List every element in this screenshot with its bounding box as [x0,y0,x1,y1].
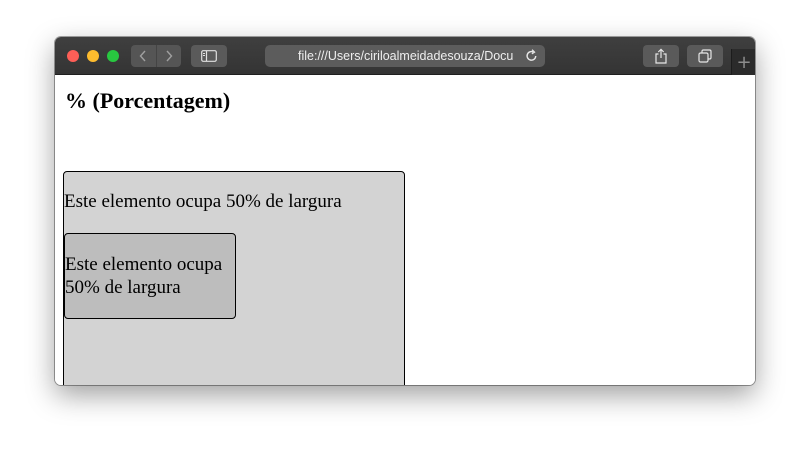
browser-window: file:///Users/ciriloalmeidadesouza/Docu … [55,37,755,385]
minimize-window-button[interactable] [87,50,99,62]
share-icon [655,48,667,64]
close-window-button[interactable] [67,50,79,62]
address-url: file:///Users/ciriloalmeidadesouza/Docu [298,49,514,63]
inner-percent-box: Este elemento ocupa 50% de largura [64,233,236,319]
new-tab-button[interactable]: + [731,49,755,75]
back-button[interactable] [131,45,156,67]
outer-percent-box: Este elemento ocupa 50% de largura Este … [63,171,405,385]
address-bar[interactable]: file:///Users/ciriloalmeidadesouza/Docu [265,45,545,67]
plus-icon: + [736,51,752,73]
page-title: % (Porcentagem) [65,88,231,113]
navigation-buttons [131,45,181,67]
chevron-right-icon [166,50,173,62]
title-bar: file:///Users/ciriloalmeidadesouza/Docu … [55,37,755,75]
show-tabs-button[interactable] [687,45,723,67]
sidebar-icon [201,50,217,62]
share-button[interactable] [643,45,679,67]
sidebar-button[interactable] [191,45,227,67]
chevron-left-icon [139,50,146,62]
inner-box-text: Este elemento ocupa 50% de largura [65,254,223,298]
zoom-window-button[interactable] [107,50,119,62]
forward-button[interactable] [155,45,182,67]
reload-icon[interactable] [524,48,539,63]
tabs-icon [698,49,712,63]
page-content: % (Porcentagem) Este elemento ocupa 50% … [55,75,755,385]
outer-box-text: Este elemento ocupa 50% de largura [64,191,342,212]
